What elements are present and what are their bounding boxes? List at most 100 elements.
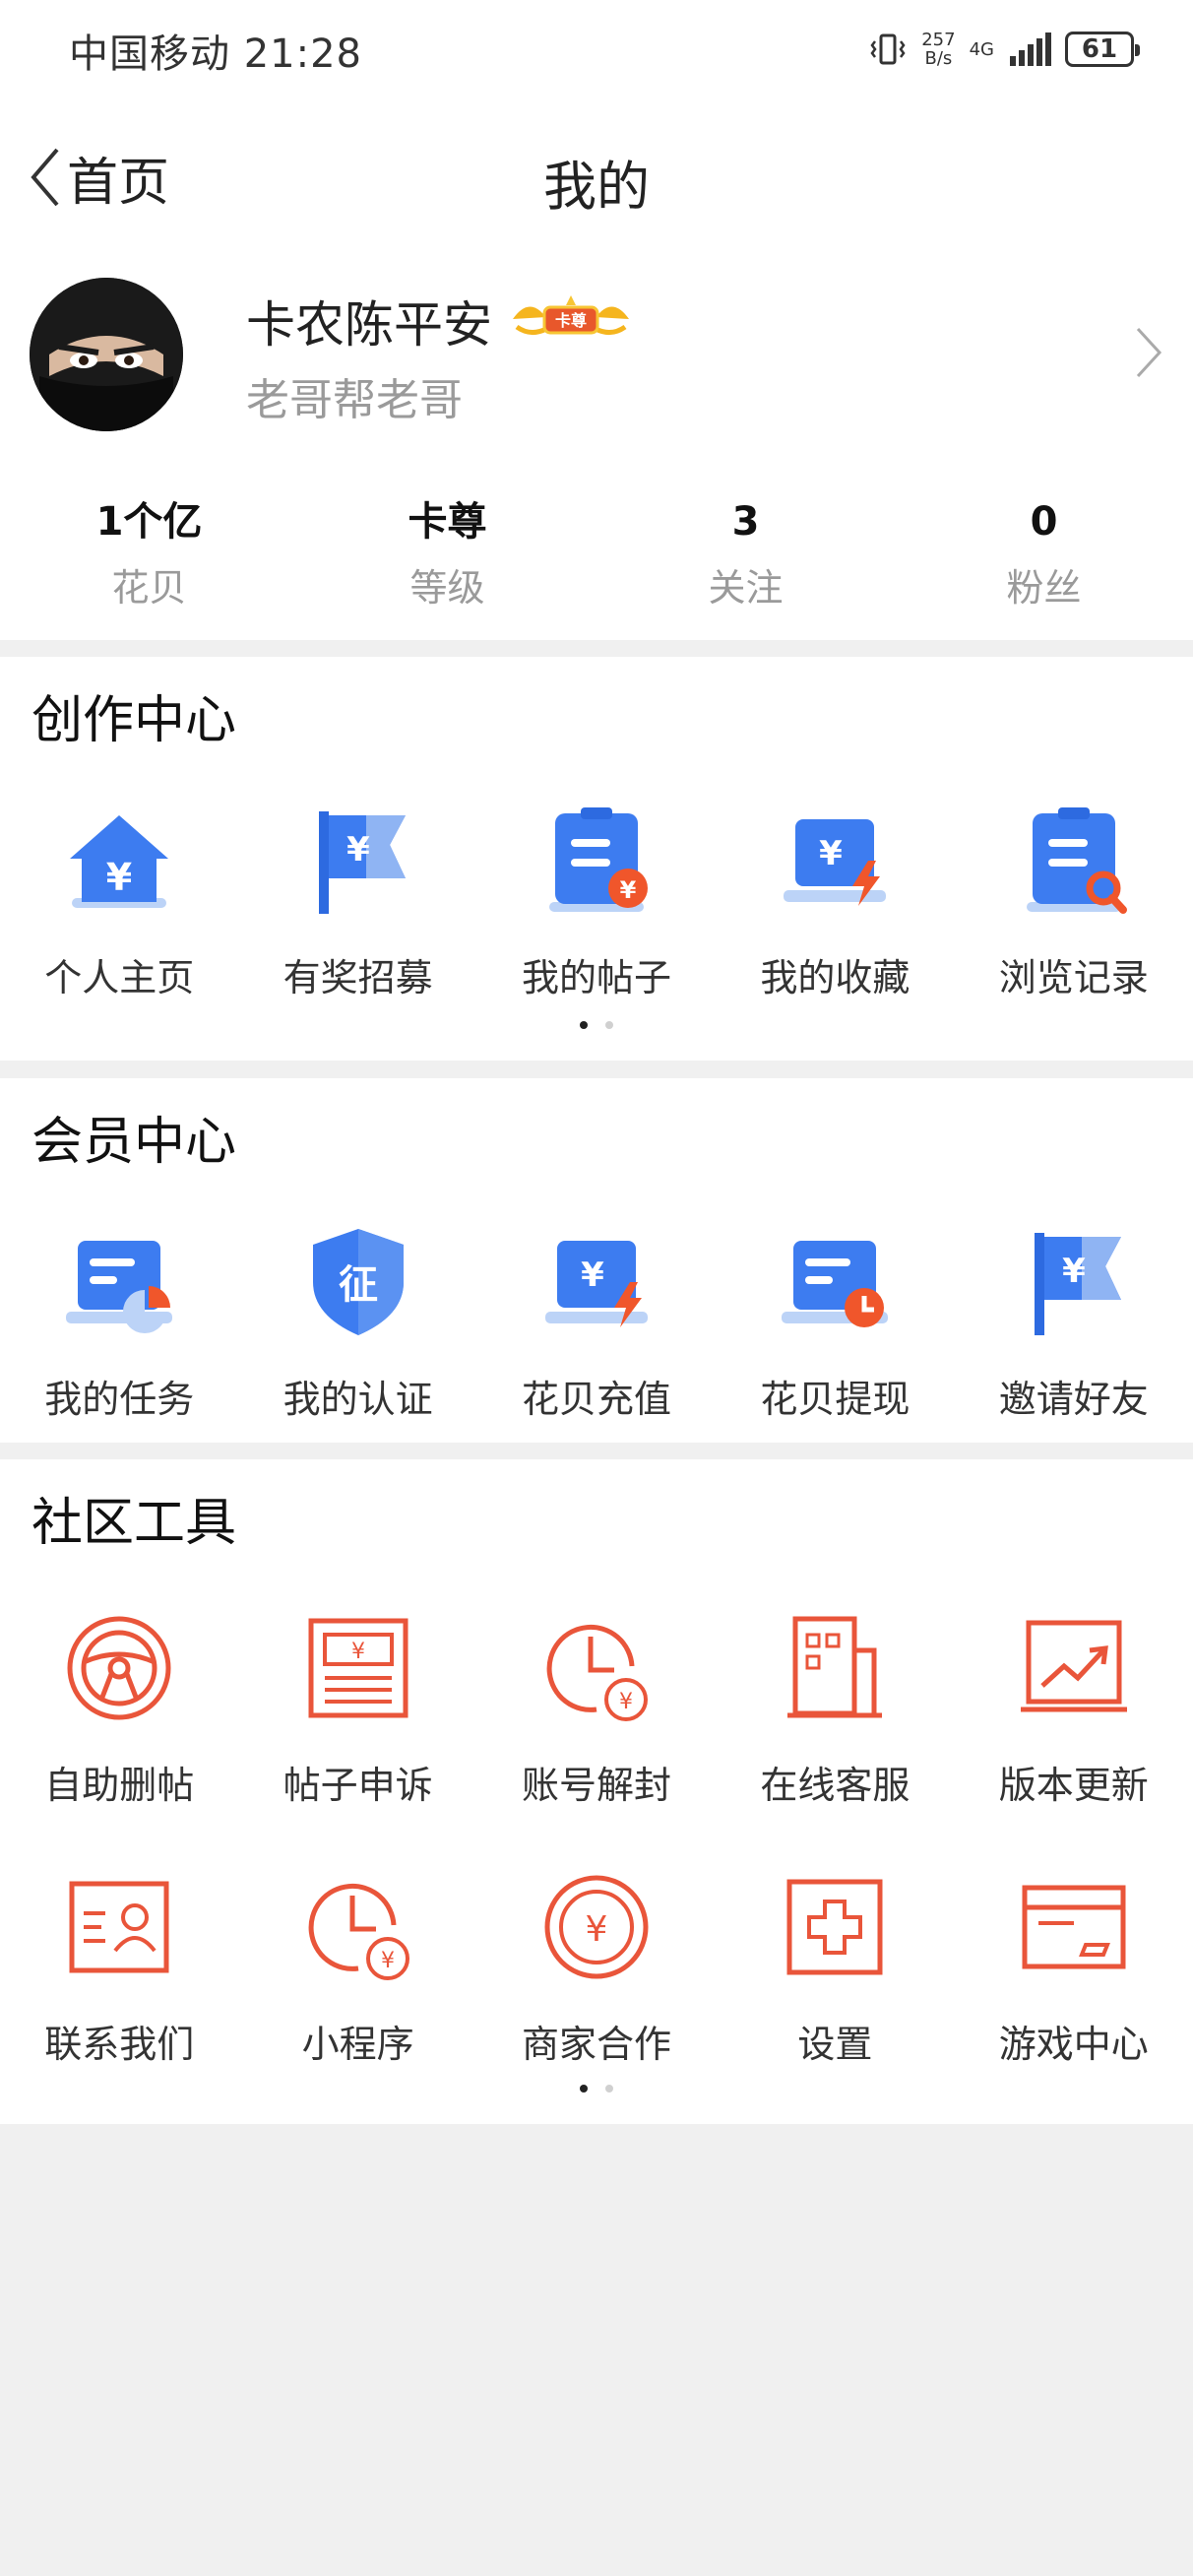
grid-item-business[interactable]: ¥ 商家合作 — [477, 1866, 716, 2068]
grid-label: 我的任务 — [44, 1378, 195, 1421]
stat-label: 等级 — [409, 566, 485, 610]
network-type: 4G — [969, 38, 994, 60]
page-dot-active — [580, 2085, 588, 2093]
grid-label: 小程序 — [301, 2023, 414, 2066]
grid-item-settings[interactable]: 设置 — [716, 1866, 954, 2068]
section-title: 社区工具 — [31, 1494, 237, 1553]
grid-item-homepage[interactable]: ¥ 个人主页 — [0, 800, 238, 1001]
tools-grid-row-1: 自助删帖 ¥ 帖子申诉 ¥ 账号解封 在线客服 版本更新 — [0, 1607, 1193, 1809]
stat-fans[interactable]: 0 粉丝 — [895, 492, 1193, 620]
laptop-bolt-icon: ¥ — [784, 819, 887, 906]
speed-value: 257 — [921, 30, 956, 50]
grid-label: 我的帖子 — [521, 956, 671, 999]
grid-label: 有奖招募 — [283, 956, 433, 999]
grid-label: 浏览记录 — [998, 956, 1149, 999]
grid-item-appeal[interactable]: ¥ 帖子申诉 — [238, 1607, 476, 1809]
laptop-bolt-icon: ¥ — [544, 1241, 648, 1327]
clock-yuan-icon: ¥ — [546, 1624, 648, 1721]
grid-label: 花贝提现 — [760, 1378, 910, 1421]
page-title: 我的 — [543, 156, 650, 218]
svg-text:¥: ¥ — [620, 876, 637, 904]
grid-label: 商家合作 — [521, 2023, 671, 2066]
creation-center-section: 创作中心 ¥ 个人主页 ¥ 有奖招募 ¥ 我的帖子 ¥ 我的收藏 浏览记录 — [0, 657, 1193, 1061]
stat-value: 卡尊 — [408, 499, 487, 545]
stat-huabei[interactable]: 1个亿 花贝 — [0, 492, 298, 620]
clock-yuan-icon: ¥ — [308, 1883, 409, 1980]
section-title: 创作中心 — [31, 691, 237, 750]
grid-label: 我的认证 — [283, 1378, 433, 1421]
member-grid: 我的任务 征 我的认证 ¥ 花贝充值 花贝提现 ¥ 邀请好友 — [0, 1221, 1193, 1423]
grid-label: 我的收藏 — [760, 956, 910, 999]
grid-item-my-posts[interactable]: ¥ 我的帖子 — [477, 800, 716, 1001]
svg-text:¥: ¥ — [820, 834, 844, 873]
svg-text:¥: ¥ — [381, 1949, 395, 1973]
stat-value: 1个亿 — [95, 499, 203, 545]
svg-text:¥: ¥ — [619, 1690, 633, 1714]
tools-grid-row-2: 联系我们 ¥ 小程序 ¥ 商家合作 设置 游戏中心 — [0, 1866, 1193, 2068]
speed-unit: B/s — [924, 48, 953, 69]
grid-label: 账号解封 — [521, 1764, 671, 1807]
stat-label: 关注 — [708, 566, 784, 610]
grid-label: 游戏中心 — [998, 2023, 1149, 2066]
svg-text:¥: ¥ — [106, 856, 132, 899]
shield-verify-icon: 征 — [312, 1229, 404, 1335]
grid-item-history[interactable]: 浏览记录 — [955, 800, 1193, 1001]
stat-label: 粉丝 — [1006, 566, 1082, 610]
stat-following[interactable]: 3 关注 — [596, 492, 895, 620]
grid-label: 花贝充值 — [521, 1378, 671, 1421]
grid-item-delete-post[interactable]: 自助删帖 — [0, 1607, 238, 1809]
grid-item-tasks[interactable]: 我的任务 — [0, 1221, 238, 1423]
grid-item-recharge[interactable]: ¥ 花贝充值 — [477, 1221, 716, 1423]
avatar[interactable] — [30, 278, 183, 431]
grid-item-verify[interactable]: 征 我的认证 — [238, 1221, 476, 1423]
banknote-icon: ¥ — [308, 1618, 408, 1718]
vibrate-icon — [870, 33, 906, 65]
svg-text:¥: ¥ — [581, 1256, 604, 1295]
stat-value: 3 — [731, 499, 760, 545]
grid-item-mini-program[interactable]: ¥ 小程序 — [238, 1866, 476, 2068]
carrier-time: 中国移动 21:28 — [69, 32, 362, 77]
community-tools-section: 社区工具 自助删帖 ¥ 帖子申诉 ¥ 账号解封 在线客服 版本更新 联系我们 ¥… — [0, 1459, 1193, 2124]
grid-label: 在线客服 — [760, 1764, 910, 1807]
user-bio: 老哥帮老哥 — [246, 375, 463, 425]
home-yuan-icon: ¥ — [70, 815, 169, 908]
medical-cross-icon — [786, 1879, 883, 1975]
svg-text:征: 征 — [339, 1262, 378, 1308]
grid-label: 帖子申诉 — [283, 1764, 433, 1807]
creation-grid: ¥ 个人主页 ¥ 有奖招募 ¥ 我的帖子 ¥ 我的收藏 浏览记录 — [0, 800, 1193, 1001]
page-indicator — [0, 1021, 1193, 1029]
battery-indicator: 61 — [1065, 32, 1140, 67]
clipboard-yuan-icon: ¥ — [548, 807, 648, 912]
building-icon — [787, 1616, 883, 1718]
grid-item-game-center[interactable]: 游戏中心 — [955, 1866, 1193, 2068]
ninja-avatar-icon — [30, 278, 183, 431]
grid-label: 自助删帖 — [44, 1764, 195, 1807]
grid-item-invite[interactable]: ¥ 邀请好友 — [955, 1221, 1193, 1423]
status-icons: 257 B/s 4G 61 — [868, 25, 1140, 74]
user-name: 卡农陈平安 — [246, 296, 492, 354]
grid-item-withdraw[interactable]: 花贝提现 — [716, 1221, 954, 1423]
svg-text:¥: ¥ — [1062, 1252, 1086, 1291]
flag-yuan-icon: ¥ — [1034, 1233, 1121, 1335]
coin-yuan-icon: ¥ — [544, 1875, 649, 1979]
grid-item-contact[interactable]: 联系我们 — [0, 1866, 238, 2068]
stat-level[interactable]: 卡尊 等级 — [298, 492, 596, 620]
chevron-right-icon — [1136, 327, 1162, 378]
flag-yuan-icon: ¥ — [318, 811, 406, 914]
grid-item-favorites[interactable]: ¥ 我的收藏 — [716, 800, 954, 1001]
page-dot — [605, 1021, 613, 1029]
grid-item-customer-service[interactable]: 在线客服 — [716, 1607, 954, 1809]
svg-text:¥: ¥ — [586, 1909, 608, 1950]
page-dot — [605, 2085, 613, 2093]
signal-icon — [1010, 32, 1051, 66]
svg-text:¥: ¥ — [346, 830, 370, 869]
page-indicator — [0, 2085, 1193, 2093]
grid-label: 邀请好友 — [998, 1378, 1149, 1421]
grid-item-update[interactable]: 版本更新 — [955, 1607, 1193, 1809]
network-speed: 257 B/s — [921, 31, 955, 68]
grid-item-unban[interactable]: ¥ 账号解封 — [477, 1607, 716, 1809]
stat-value: 0 — [1030, 499, 1058, 545]
header: 首页 我的 — [0, 98, 1193, 256]
grid-item-recruit[interactable]: ¥ 有奖招募 — [238, 800, 476, 1001]
profile-card[interactable]: 卡农陈平安 卡尊 老哥帮老哥 1个亿 花贝 卡尊 等级 3 关注 0 粉丝 — [0, 256, 1193, 640]
